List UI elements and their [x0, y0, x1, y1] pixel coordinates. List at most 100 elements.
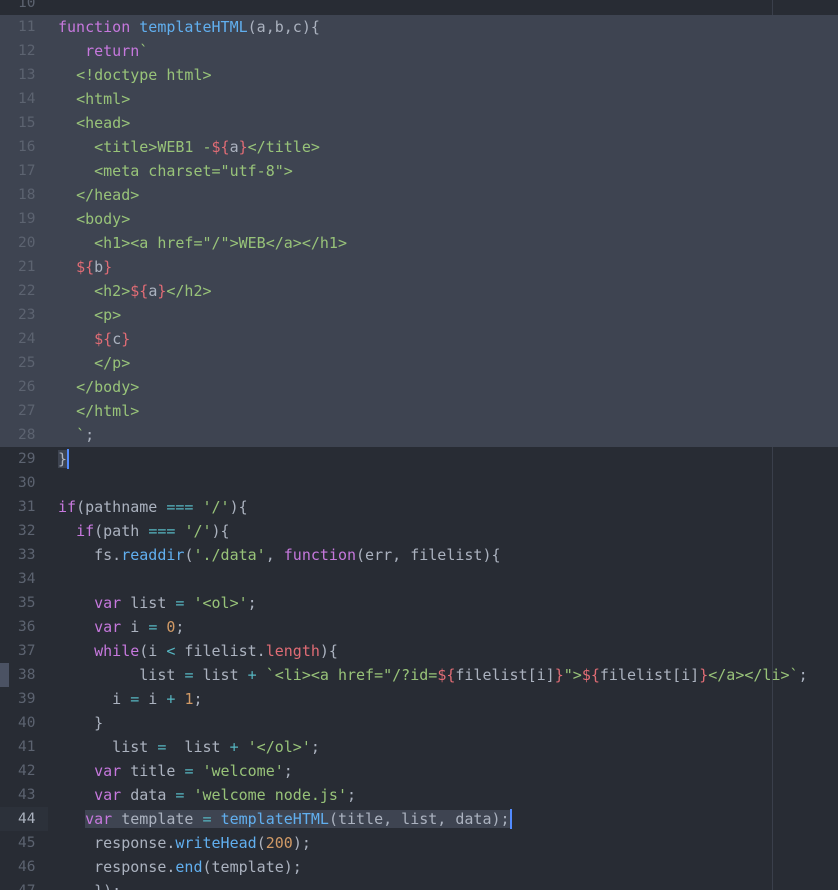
line-number-gutter[interactable]: 27 [0, 399, 48, 423]
line-number-gutter[interactable]: 30 [0, 471, 48, 495]
code-token: ${ [76, 258, 95, 276]
code-line-24[interactable]: 24 ${c} [0, 327, 838, 351]
line-number-gutter[interactable]: 37 [0, 639, 48, 663]
code-line-30[interactable]: 30 [0, 471, 838, 495]
code-line-40[interactable]: 40 } [0, 711, 838, 735]
code-line-26[interactable]: 26 </body> [0, 375, 838, 399]
line-number-gutter[interactable]: 15 [0, 111, 48, 135]
code-line-41[interactable]: 41 list = list + '</ol>'; [0, 735, 838, 759]
line-number-gutter[interactable]: 21 [0, 255, 48, 279]
line-number-gutter[interactable]: 28 [0, 423, 48, 447]
code-line-16[interactable]: 16 <title>WEB1 -${a}</title> [0, 135, 838, 159]
code-line-37[interactable]: 37 while(i < filelist.length){ [0, 639, 838, 663]
line-number-gutter[interactable]: 10 [0, 0, 48, 15]
code-line-15[interactable]: 15 <head> [0, 111, 838, 135]
line-number: 23 [18, 307, 36, 323]
code-line-14[interactable]: 14 <html> [0, 87, 838, 111]
code-token: ){ [319, 642, 338, 660]
code-line-17[interactable]: 17 <meta charset="utf-8"> [0, 159, 838, 183]
code-token: length [265, 642, 320, 660]
line-number-gutter[interactable]: 16 [0, 135, 48, 159]
code-line-36[interactable]: 36 var i = 0; [0, 615, 838, 639]
line-number-gutter[interactable]: 45 [0, 831, 48, 855]
code-line-46[interactable]: 46 response.end(template); [0, 855, 838, 879]
line-number-gutter[interactable]: 38 [0, 663, 48, 687]
line-number-gutter[interactable]: 23 [0, 303, 48, 327]
line-number-gutter[interactable]: 36 [0, 615, 48, 639]
line-number-gutter[interactable]: 17 [0, 159, 48, 183]
code-line-35[interactable]: 35 var list = '<ol>'; [0, 591, 838, 615]
line-number-gutter[interactable]: 13 [0, 63, 48, 87]
line-text: </body> [58, 375, 139, 399]
code-line-31[interactable]: 31 if(pathname === '/'){ [0, 495, 838, 519]
code-line-20[interactable]: 20 <h1><a href="/">WEB</a></h1> [0, 231, 838, 255]
line-number-gutter[interactable]: 11 [0, 15, 48, 39]
code-line-13[interactable]: 13 <!doctype html> [0, 63, 838, 87]
code-line-42[interactable]: 42 var title = 'welcome'; [0, 759, 838, 783]
code-line-19[interactable]: 19 <body> [0, 207, 838, 231]
line-number-gutter[interactable]: 22 [0, 279, 48, 303]
line-number-gutter[interactable]: 34 [0, 567, 48, 591]
code-line-45[interactable]: 45 response.writeHead(200); [0, 831, 838, 855]
line-number-gutter[interactable]: 31 [0, 495, 48, 519]
line-number-gutter[interactable]: 19 [0, 207, 48, 231]
code-line-34[interactable]: 34 [0, 567, 838, 591]
code-line-12[interactable]: 12 return` [0, 39, 838, 63]
line-number: 36 [18, 619, 36, 635]
code-token: ` [76, 426, 86, 444]
code-line-28[interactable]: 28 `; [0, 423, 838, 447]
line-number-gutter[interactable]: 40 [0, 711, 48, 735]
code-line-25[interactable]: 25 </p> [0, 351, 838, 375]
line-number-gutter[interactable]: 29 [0, 447, 48, 471]
code-line-43[interactable]: 43 var data = 'welcome node.js'; [0, 783, 838, 807]
line-number-gutter[interactable]: 25 [0, 351, 48, 375]
line-number: 38 [18, 667, 36, 683]
line-number-gutter[interactable]: 41 [0, 735, 48, 759]
code-line-23[interactable]: 23 <p> [0, 303, 838, 327]
code-line-38[interactable]: 38 list = list + `<li><a href="/?id=${fi… [0, 663, 838, 687]
code-token: var [94, 618, 122, 636]
line-text: <html> [58, 87, 130, 111]
code-line-29[interactable]: 29} [0, 447, 838, 471]
code-line-11[interactable]: 11 function templateHTML(a,b,c){ [0, 15, 838, 39]
code-token: title [121, 762, 185, 780]
code-area[interactable]: 10 11 function templateHTML(a,b,c){12 retu… [0, 0, 838, 890]
line-number: 45 [18, 835, 36, 851]
line-number-gutter[interactable]: 43 [0, 783, 48, 807]
code-line-27[interactable]: 27 </html> [0, 399, 838, 423]
line-number-gutter[interactable]: 46 [0, 855, 48, 879]
line-number-gutter[interactable]: 44 [0, 807, 48, 831]
line-number-gutter[interactable]: 33 [0, 543, 48, 567]
code-line-39[interactable]: 39 i = i + 1; [0, 687, 838, 711]
code-line-21[interactable]: 21 ${b} [0, 255, 838, 279]
line-number-gutter[interactable]: 24 [0, 327, 48, 351]
code-editor[interactable]: 10 11 function templateHTML(a,b,c){12 retu… [0, 0, 838, 890]
code-line-33[interactable]: 33 fs.readdir('./data', function(err, fi… [0, 543, 838, 567]
line-number-gutter[interactable]: 32 [0, 519, 48, 543]
code-token: var [85, 810, 113, 828]
line-number: 28 [18, 427, 36, 443]
code-token: === [166, 498, 194, 516]
line-number-gutter[interactable]: 18 [0, 183, 48, 207]
code-line-47[interactable]: 47 }); [0, 879, 838, 890]
code-token: list [58, 738, 158, 756]
line-number-gutter[interactable]: 39 [0, 687, 48, 711]
code-token: ); [292, 834, 311, 852]
line-number-gutter[interactable]: 42 [0, 759, 48, 783]
line-number: 26 [18, 379, 36, 395]
line-number-gutter[interactable]: 47 [0, 879, 48, 890]
line-number-gutter[interactable]: 14 [0, 87, 48, 111]
code-line-10[interactable]: 10 [0, 0, 838, 15]
code-line-18[interactable]: 18 </head> [0, 183, 838, 207]
line-number-gutter[interactable]: 35 [0, 591, 48, 615]
line-number-gutter[interactable]: 12 [0, 39, 48, 63]
code-line-44[interactable]: 44 var template = templateHTML(title, li… [0, 807, 838, 831]
code-line-22[interactable]: 22 <h2>${a}</h2> [0, 279, 838, 303]
code-token: '/' [184, 522, 212, 540]
line-number-gutter[interactable]: 26 [0, 375, 48, 399]
line-number-gutter[interactable]: 20 [0, 231, 48, 255]
code-line-32[interactable]: 32 if(path === '/'){ [0, 519, 838, 543]
code-token: (path [94, 522, 149, 540]
